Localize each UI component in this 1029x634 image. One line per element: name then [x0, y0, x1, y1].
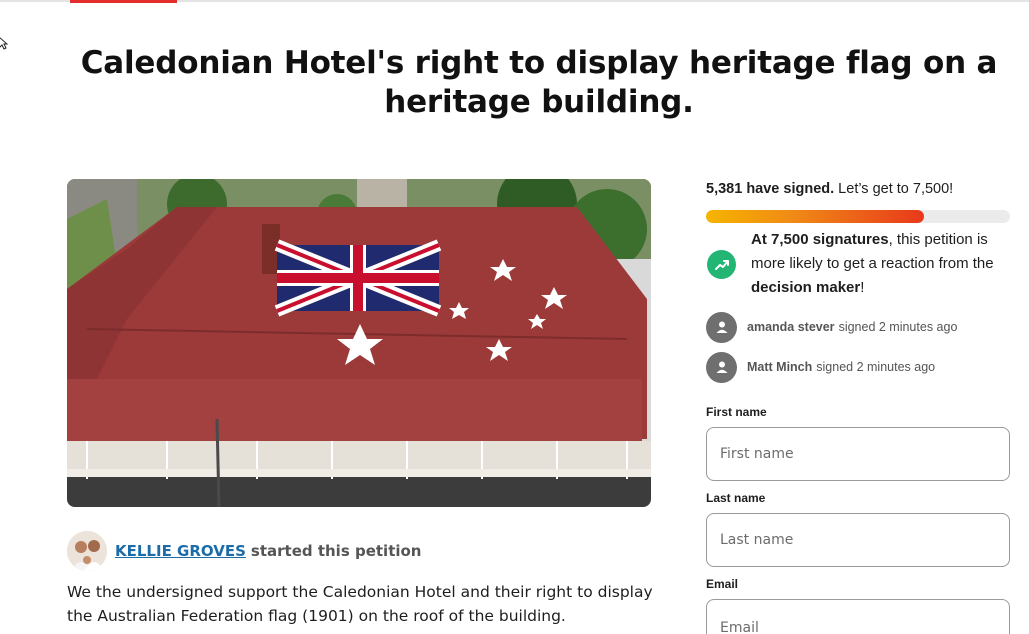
signed-count-text: 5,381 have signed. — [706, 181, 835, 197]
goal-bold: At 7,500 signatures — [751, 231, 889, 248]
recent-signer: amanda stever signed 2 minutes ago — [706, 311, 957, 343]
user-icon — [706, 311, 737, 343]
petition-image — [67, 179, 651, 507]
signature-progress-bar — [706, 210, 1010, 223]
signer-name: Matt Minch — [747, 360, 813, 374]
active-tab-indicator — [70, 0, 177, 3]
starter-avatar — [67, 531, 107, 571]
email-label: Email — [706, 577, 739, 591]
recent-signer: Matt Minch signed 2 minutes ago — [706, 351, 935, 383]
mouse-pointer-icon — [0, 37, 8, 50]
signature-progress-fill — [706, 210, 925, 223]
first-name-field[interactable] — [706, 427, 1010, 481]
starter-name-link[interactable]: KELLIE GROVES — [115, 542, 246, 560]
goal-end: ! — [860, 279, 865, 296]
petition-description: We the undersigned support the Caledonia… — [67, 583, 653, 625]
signer-name: amanda stever — [747, 320, 835, 334]
starter-action-text: started this petition — [250, 542, 422, 560]
signer-time: signed 2 minutes ago — [838, 320, 958, 334]
goal-decision-maker: decision maker — [751, 279, 861, 296]
signature-goal-text: Let’s get to 7,500! — [834, 181, 954, 197]
signature-count: 5,381 have signed. Let’s get to 7,500! — [706, 181, 953, 197]
trending-up-icon — [707, 250, 736, 279]
signer-time: signed 2 minutes ago — [816, 360, 936, 374]
page-title: Caledonian Hotel's right to display heri… — [80, 45, 998, 120]
first-name-label: First name — [706, 405, 767, 419]
last-name-field[interactable] — [706, 513, 1010, 567]
last-name-label: Last name — [706, 491, 766, 505]
user-icon — [706, 351, 737, 383]
petition-starter: KELLIE GROVES started this petition — [67, 531, 422, 571]
goal-message: At 7,500 signatures, this petition is mo… — [751, 228, 1013, 300]
email-field[interactable] — [706, 599, 1010, 634]
